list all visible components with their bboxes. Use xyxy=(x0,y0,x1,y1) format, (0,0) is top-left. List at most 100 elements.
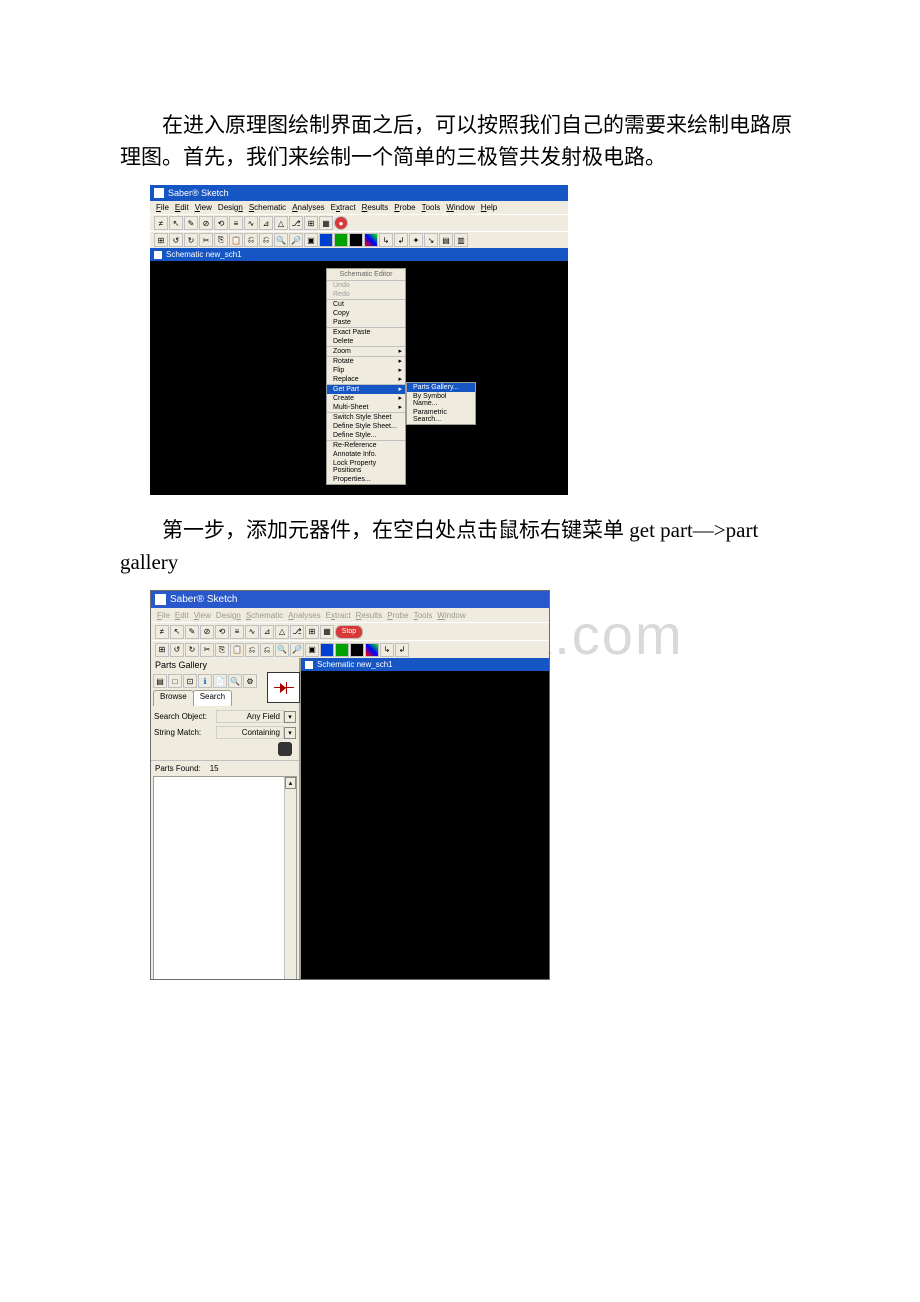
binoculars-icon[interactable] xyxy=(278,742,292,756)
ctx-define-style[interactable]: Define Style... xyxy=(327,431,405,440)
tool-icon[interactable]: ⊿ xyxy=(259,216,273,230)
submenu-parts-gallery[interactable]: Parts Gallery... xyxy=(407,383,475,392)
ctx-lock-property[interactable]: Lock Property Positions xyxy=(327,459,405,475)
ctx-replace[interactable]: Replace xyxy=(327,375,405,384)
menu-schematic[interactable]: Schematic xyxy=(246,611,283,620)
ctx-switch-style[interactable]: Switch Style Sheet xyxy=(327,412,405,422)
menu-edit[interactable]: Edit xyxy=(175,611,189,620)
tool-icon[interactable]: ↲ xyxy=(395,643,409,657)
menu-window[interactable]: Window xyxy=(437,611,465,620)
tool-icon[interactable]: ⎇ xyxy=(289,216,303,230)
color-icon[interactable] xyxy=(335,643,349,657)
menu-extract[interactable]: Extract xyxy=(326,611,351,620)
color-icon[interactable] xyxy=(349,233,363,247)
ctx-copy[interactable]: Copy xyxy=(327,309,405,318)
tool-icon[interactable]: ↺ xyxy=(170,643,184,657)
ctx-flip[interactable]: Flip xyxy=(327,366,405,375)
tool-icon[interactable]: ▤ xyxy=(439,233,453,247)
tool-icon[interactable]: ✎ xyxy=(185,625,199,639)
search-object-value[interactable]: Any Field xyxy=(216,710,284,723)
color-icon[interactable] xyxy=(319,233,333,247)
scrollbar[interactable]: ▴ xyxy=(284,777,296,980)
color-icon[interactable] xyxy=(320,643,334,657)
color-icon[interactable] xyxy=(365,643,379,657)
tab-search[interactable]: Search xyxy=(193,690,232,706)
tool-icon[interactable]: ✎ xyxy=(184,216,198,230)
submenu-parametric-search[interactable]: Parametric Search... xyxy=(407,408,475,424)
tool-icon[interactable]: △ xyxy=(274,216,288,230)
menu-analyses[interactable]: Analyses xyxy=(292,203,324,212)
tab-browse[interactable]: Browse xyxy=(153,690,194,706)
pg-btn[interactable]: ▤ xyxy=(153,674,167,688)
ctx-get-part[interactable]: Get Part xyxy=(327,384,405,394)
menu-file[interactable]: File xyxy=(156,203,169,212)
tool-icon[interactable]: ▣ xyxy=(305,643,319,657)
tool-icon[interactable]: ⊿ xyxy=(260,625,274,639)
menu-file[interactable]: File xyxy=(157,611,170,620)
tool-icon[interactable]: ⊞ xyxy=(304,216,318,230)
ctx-paste[interactable]: Paste xyxy=(327,318,405,327)
pg-btn[interactable]: ⚙ xyxy=(243,674,257,688)
dropdown-icon[interactable]: ▾ xyxy=(284,727,296,739)
menu-design[interactable]: Design xyxy=(218,203,243,212)
ctx-multi-sheet[interactable]: Multi-Sheet xyxy=(327,403,405,412)
string-match-value[interactable]: Containing xyxy=(216,726,284,739)
tool-icon[interactable]: ↳ xyxy=(380,643,394,657)
tool-icon[interactable]: ⊘ xyxy=(199,216,213,230)
tool-icon[interactable]: ∿ xyxy=(245,625,259,639)
tool-icon[interactable]: ≠ xyxy=(155,625,169,639)
cut-icon[interactable]: ✂ xyxy=(200,643,214,657)
ctx-properties[interactable]: Properties... xyxy=(327,475,405,484)
ctx-zoom[interactable]: Zoom xyxy=(327,346,405,356)
menu-extract[interactable]: Extract xyxy=(331,203,356,212)
ctx-cut[interactable]: Cut xyxy=(327,299,405,309)
menu-analyses[interactable]: Analyses xyxy=(288,611,320,620)
tool-icon[interactable]: △ xyxy=(275,625,289,639)
menu-tools[interactable]: Tools xyxy=(414,611,433,620)
tool-icon[interactable]: ▦ xyxy=(319,216,333,230)
ctx-exact-paste[interactable]: Exact Paste xyxy=(327,327,405,337)
tool-icon[interactable]: ↳ xyxy=(379,233,393,247)
tool-icon[interactable]: ⎌ xyxy=(245,643,259,657)
zoom-icon[interactable]: 🔍 xyxy=(275,643,289,657)
tool-icon[interactable]: ↻ xyxy=(184,233,198,247)
tool-icon[interactable]: ≡ xyxy=(230,625,244,639)
paste-icon[interactable]: 📋 xyxy=(229,233,243,247)
tool-icon[interactable]: ↺ xyxy=(169,233,183,247)
tool-icon[interactable]: ⊘ xyxy=(200,625,214,639)
menu-tools[interactable]: Tools xyxy=(422,203,441,212)
zoom-icon[interactable]: 🔎 xyxy=(290,643,304,657)
menu-view[interactable]: View xyxy=(194,611,211,620)
ctx-re-reference[interactable]: Re-Reference xyxy=(327,440,405,450)
copy-icon[interactable]: ⎘ xyxy=(214,233,228,247)
color-icon[interactable] xyxy=(364,233,378,247)
ctx-create[interactable]: Create xyxy=(327,394,405,403)
color-icon[interactable] xyxy=(350,643,364,657)
submenu-by-symbol-name[interactable]: By Symbol Name... xyxy=(407,392,475,408)
pg-btn[interactable]: ℹ xyxy=(198,674,212,688)
menu-window[interactable]: Window xyxy=(446,203,474,212)
pg-btn[interactable]: ⊡ xyxy=(183,674,197,688)
zoom-icon[interactable]: 🔎 xyxy=(289,233,303,247)
cut-icon[interactable]: ✂ xyxy=(199,233,213,247)
tool-icon[interactable]: ⎌ xyxy=(244,233,258,247)
menu-results[interactable]: Results xyxy=(356,611,383,620)
tool-icon[interactable]: ▣ xyxy=(304,233,318,247)
menu-edit[interactable]: Edit xyxy=(175,203,189,212)
tool-icon[interactable]: ⊞ xyxy=(154,233,168,247)
pg-btn[interactable]: □ xyxy=(168,674,182,688)
tool-icon[interactable]: ▦ xyxy=(320,625,334,639)
ctx-undo[interactable]: Undo xyxy=(327,281,405,290)
copy-icon[interactable]: ⎘ xyxy=(215,643,229,657)
menu-design[interactable]: Design xyxy=(216,611,241,620)
tool-icon[interactable]: ∿ xyxy=(244,216,258,230)
tool-icon[interactable]: ⟲ xyxy=(215,625,229,639)
ctx-delete[interactable]: Delete xyxy=(327,337,405,346)
zoom-icon[interactable]: 🔍 xyxy=(274,233,288,247)
tool-icon[interactable]: ≠ xyxy=(154,216,168,230)
color-icon[interactable] xyxy=(334,233,348,247)
menu-schematic[interactable]: Schematic xyxy=(249,203,286,212)
ctx-rotate[interactable]: Rotate xyxy=(327,356,405,366)
tool-icon[interactable]: ⎇ xyxy=(290,625,304,639)
tool-icon[interactable]: ↻ xyxy=(185,643,199,657)
